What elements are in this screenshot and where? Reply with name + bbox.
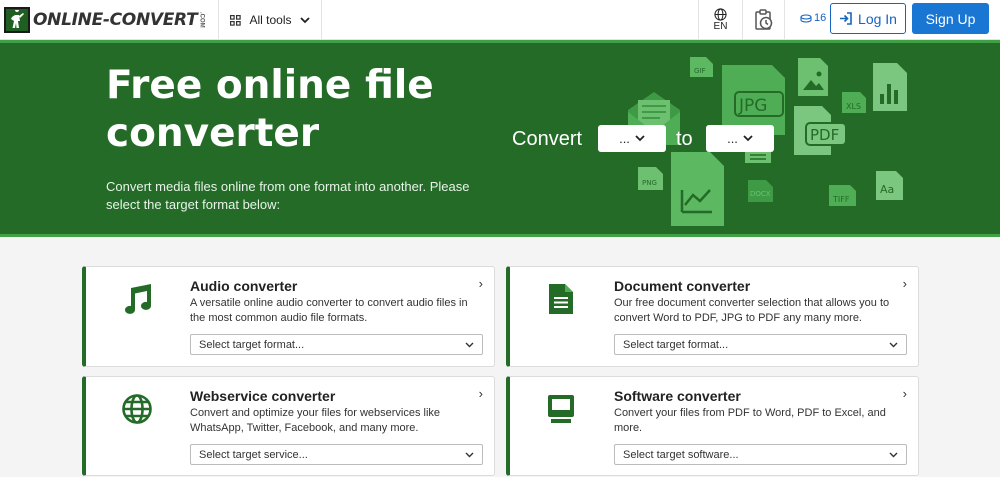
all-tools-menu[interactable]: All tools [218,0,322,40]
to-label: to [676,128,693,150]
select-placeholder: Select target format... [623,338,729,351]
from-format-value: ... [619,131,630,146]
globe-icon [116,389,158,429]
credits-counter[interactable]: 16 [800,12,826,24]
card-title: Audio converter [190,278,298,294]
trend-file-icon [671,152,724,226]
audio-format-select[interactable]: Select target format... [190,334,483,355]
software-converter-card[interactable]: Software converter Convert your files fr… [506,376,919,476]
pdf-file-icon: PDF [794,106,847,155]
top-header: ONLINE-CONVERT .COM All tools EN 16 Log … [0,0,1000,40]
font-file-icon: Aa [876,171,903,200]
hero-subtitle: Convert media files online from one form… [106,179,470,212]
image-file-icon [798,58,828,96]
card-description: Our free document converter selection th… [614,297,890,324]
chevron-down-icon [465,342,474,347]
select-placeholder: Select target software... [623,448,739,461]
to-format-select[interactable]: ... [706,125,774,152]
svg-text:XLS: XLS [846,102,861,111]
hero-bottom-stripe [0,234,1000,237]
credits-count: 16 [814,12,827,24]
select-placeholder: Select target service... [199,448,308,461]
language-selector[interactable]: EN [698,0,743,40]
to-format-value: ... [727,131,738,146]
tiff-file-icon: TIFF [829,185,856,206]
hero-title: Free online file converter [106,63,434,156]
chevron-right-icon[interactable]: › [479,276,483,291]
globe-icon [714,8,727,21]
chevron-right-icon[interactable]: › [903,386,907,401]
chevron-right-icon[interactable]: › [479,386,483,401]
language-code: EN [713,21,728,32]
docx-file-icon: DOCX [748,180,773,202]
chevron-down-icon [889,452,898,457]
from-format-select[interactable]: ... [598,125,666,152]
clipboard-clock-icon [754,9,772,30]
chevron-down-icon [889,342,898,347]
card-title: Webservice converter [190,388,336,404]
svg-text:PNG: PNG [642,179,657,187]
card-description: Convert and optimize your files for webs… [190,407,441,434]
signup-label: Sign Up [925,10,976,27]
card-title: Document converter [614,278,751,294]
card-description: A versatile online audio converter to co… [190,297,468,324]
login-button[interactable]: Log In [830,3,906,34]
document-format-select[interactable]: Select target format... [614,334,907,355]
svg-text:JPG: JPG [738,96,767,116]
signup-button[interactable]: Sign Up [912,3,989,34]
monitor-icon [540,389,582,429]
chevron-down-icon [465,452,474,457]
sign-in-icon [840,12,852,25]
svg-text:PDF: PDF [810,126,839,144]
audio-converter-card[interactable]: Audio converter A versatile online audio… [82,266,495,367]
chevron-down-icon [743,135,753,142]
webservice-select[interactable]: Select target service... [190,444,483,465]
logo-mark-icon [4,7,30,33]
card-description: Convert your files from PDF to Word, PDF… [614,407,886,434]
hero-banner: GIF JPG XLS PDF PNG DOCX TIFF Aa Free on… [0,40,1000,237]
document-icon [540,279,582,319]
svg-text:Aa: Aa [880,183,894,196]
history-button[interactable] [743,0,785,40]
software-select[interactable]: Select target software... [614,444,907,465]
login-label: Log In [858,10,897,27]
document-converter-card[interactable]: Document converter Our free document con… [506,266,919,367]
svg-text:DOCX: DOCX [750,190,771,198]
xls-file-icon: XLS [842,92,866,113]
grid-icon [230,14,242,26]
chart-file-icon [873,63,907,111]
chevron-down-icon [635,135,645,142]
webservice-converter-card[interactable]: Webservice converter Convert and optimiz… [82,376,495,476]
svg-text:GIF: GIF [694,67,706,75]
select-placeholder: Select target format... [199,338,305,351]
logo-text: ONLINE-CONVERT [33,10,198,30]
png-file-icon: PNG [638,167,663,190]
all-tools-label: All tools [249,13,292,27]
card-title: Software converter [614,388,741,404]
gif-file-icon: GIF [690,57,713,77]
music-note-icon [116,279,158,319]
chevron-down-icon [299,16,310,23]
coins-icon [800,13,812,23]
convert-label: Convert [512,128,583,150]
logo-suffix: .COM [198,12,205,28]
chevron-right-icon[interactable]: › [903,276,907,291]
svg-text:TIFF: TIFF [832,195,850,204]
site-logo[interactable]: ONLINE-CONVERT .COM [4,6,204,34]
